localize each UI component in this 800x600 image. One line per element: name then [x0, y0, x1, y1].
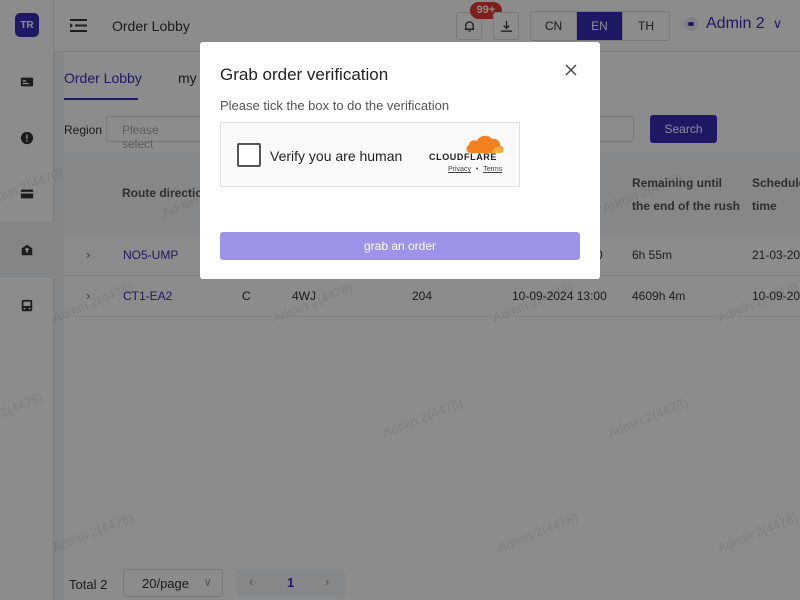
captcha-label: Verify you are human — [270, 148, 403, 164]
close-button[interactable] — [564, 63, 578, 77]
captcha-links: Privacy • Terms — [448, 166, 502, 173]
verify-checkbox[interactable] — [237, 143, 261, 167]
grab-order-button[interactable]: grab an order — [220, 232, 580, 260]
modal-description: Please tick the box to do the verificati… — [220, 98, 450, 113]
privacy-link[interactable]: Privacy — [448, 166, 471, 173]
cloudflare-wordmark: CLOUDFLARE — [429, 152, 497, 162]
close-icon — [565, 64, 577, 76]
terms-link[interactable]: Terms — [483, 166, 502, 173]
modal-title: Grab order verification — [220, 65, 389, 84]
link-separator: • — [475, 166, 479, 173]
cloudflare-captcha: Verify you are human CLOUDFLARE Privacy … — [220, 122, 520, 187]
verification-modal: Grab order verification Please tick the … — [200, 42, 600, 279]
